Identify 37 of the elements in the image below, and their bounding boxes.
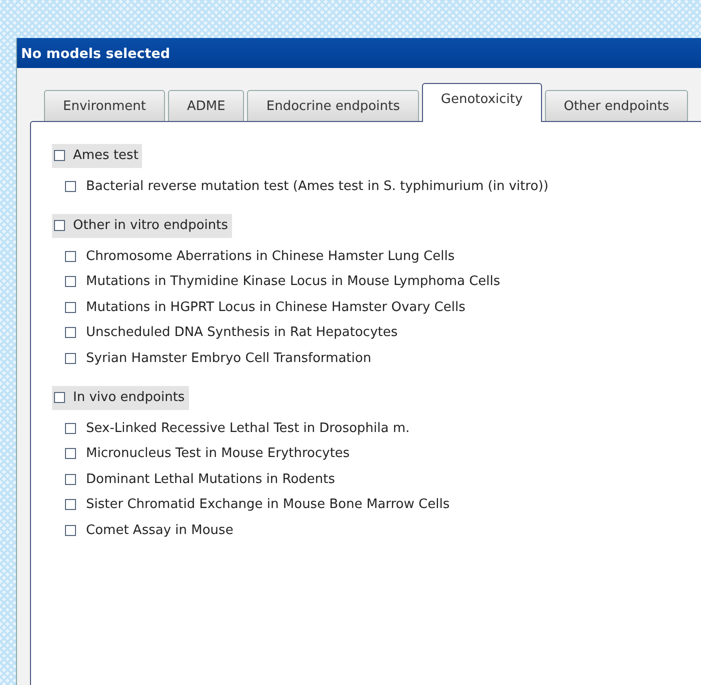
checkbox-label: Syrian Hamster Embryo Cell Transformation bbox=[86, 350, 372, 368]
tab[interactable]: Other endpoints bbox=[544, 90, 688, 121]
checkbox[interactable] bbox=[54, 392, 65, 404]
checkbox[interactable] bbox=[65, 499, 76, 510]
checkbox[interactable] bbox=[65, 524, 76, 536]
checkbox[interactable] bbox=[65, 276, 76, 288]
checkbox-label: Other in vitro endpoints bbox=[73, 217, 228, 235]
window-title: No models selected bbox=[17, 38, 701, 68]
checkbox-label: Chromosome Aberrations in Chinese Hamster Lung Cells bbox=[86, 248, 455, 266]
checkbox[interactable] bbox=[54, 220, 65, 232]
tab[interactable]: Genotoxicity bbox=[422, 83, 542, 122]
checkbox[interactable] bbox=[65, 327, 76, 338]
checkbox-label: Sex-Linked Recessive Lethal Test in Drosophila m. bbox=[86, 420, 410, 438]
checkbox-label: Ames test bbox=[73, 147, 138, 165]
group-header[interactable]: Ames test bbox=[52, 144, 142, 168]
checkbox[interactable] bbox=[54, 150, 65, 162]
checkbox-label: Unscheduled DNA Synthesis in Rat Hepatocytes bbox=[86, 324, 398, 342]
checkbox[interactable] bbox=[65, 250, 76, 262]
checkbox-label: Comet Assay in Mouse bbox=[86, 522, 234, 540]
checkbox[interactable] bbox=[65, 352, 76, 364]
checkbox-label: Sister Chromatid Exchange in Mouse Bone Marrow Cells bbox=[86, 496, 450, 514]
checkbox-label: Mutations in Thymidine Kinase Locus in Mouse Lymphoma Cells bbox=[86, 273, 500, 291]
checkbox-label: In vivo endpoints bbox=[73, 389, 185, 407]
checkbox[interactable] bbox=[65, 302, 76, 313]
group-header[interactable]: In vivo endpoints bbox=[52, 386, 189, 410]
checkbox-label: Micronucleus Test in Mouse Erythrocytes bbox=[86, 445, 350, 463]
checkbox[interactable] bbox=[65, 180, 76, 192]
checkbox-label: Mutations in HGPRT Locus in Chinese Hamster Ovary Cells bbox=[86, 298, 466, 316]
checkbox[interactable] bbox=[65, 422, 76, 434]
tab[interactable]: ADME bbox=[168, 90, 244, 121]
tab[interactable]: Environment bbox=[44, 90, 166, 121]
tab[interactable]: Endocrine endpoints bbox=[247, 90, 419, 121]
group-header[interactable]: Other in vitro endpoints bbox=[52, 214, 232, 238]
checkbox[interactable] bbox=[65, 474, 76, 485]
checkbox-label: Bacterial reverse mutation test (Ames test in S. typhimurium (in vitro)) bbox=[86, 178, 548, 196]
checkbox[interactable] bbox=[65, 448, 76, 460]
checkbox-label: Dominant Lethal Mutations in Rodents bbox=[86, 470, 336, 488]
